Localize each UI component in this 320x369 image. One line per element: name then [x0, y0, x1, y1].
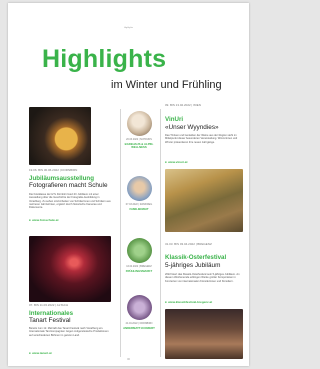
article-heading: VinUri [165, 116, 184, 123]
article-kicker: 19.06. BIS 30.06.2022 | DORNBIRN [29, 168, 78, 172]
page-title: Highlights [42, 45, 167, 73]
article-heading: Klassik-Osterfestival [165, 254, 227, 261]
article-subheading: 5-jähriges Jubiläum [165, 262, 221, 269]
thumbnail-wellness [127, 111, 152, 136]
page-number: 06 [127, 358, 130, 361]
thumbnail-name: ANDERMATT-KONZERT [123, 326, 155, 330]
article-kicker: 09. BIS 13.02.2022 | WIEN [165, 103, 201, 107]
thumbnail-family [127, 176, 152, 201]
article-subheading: Tanart Festival [29, 317, 71, 324]
thumbnail-caption: 16.04.2022 | BREGENZ [126, 265, 152, 268]
article-image-orchestra [165, 309, 243, 359]
article-kicker: 07. BIS 11.03.2022 | ALTACH [29, 303, 69, 307]
thumbnail-caption: 07.03.2022 | RANKWEIL [125, 203, 153, 206]
article-link[interactable]: www.vinuri.at [165, 160, 187, 164]
article-image-apple [29, 107, 91, 165]
article-link[interactable]: www.fotoschule.at [29, 218, 58, 222]
article-link[interactable]: www.klassikfestival-bregenz.at [165, 300, 212, 304]
article-subheading: «Unser Wyyndies» [165, 124, 219, 131]
thumbnail-caption: 24.04.2022 | DORNBIRN [125, 322, 153, 325]
thumbnail-caption: 20.03.2022 | SCHRUNS [126, 138, 152, 141]
article-body: 2022 feiert das Klassik-Osterfestival se… [165, 273, 240, 283]
article-link[interactable]: www.tanart.at [29, 351, 52, 355]
article-body: Bereits zum 12. Mal lädt das Tanart Fest… [29, 327, 109, 337]
thumbnail-concert [127, 295, 152, 320]
article-body: Das Trinken und Genießen der Weine aus d… [165, 134, 238, 144]
thumbnail-name: FAMILIENZEIT [129, 207, 149, 211]
thumbnail-market [127, 238, 152, 263]
article-heading: Jubiläumsausstellung [29, 175, 94, 182]
article-heading: Internationales [29, 310, 74, 317]
article-body: Die Fotoklasse der HTL Dornbirn feiert i… [29, 193, 111, 210]
article-kicker: 31.03. BIS 03.04.2022 | BREGENZ [165, 242, 212, 246]
column-divider [160, 109, 161, 357]
article-image-concert [29, 236, 111, 302]
article-image-vineyard [165, 169, 243, 232]
thumbnail-name: BADEHAUS & ALPIN-WELLNESS [124, 142, 154, 150]
thumbnail-name: FRÜHLINGSMARKT [125, 269, 153, 273]
page-top-mark: Highlights [124, 27, 133, 29]
article-subheading: Fotografieren macht Schule [29, 182, 108, 189]
magazine-page: Highlights Highlights im Winter und Früh… [8, 3, 249, 366]
page-subtitle: im Winter und Frühling [111, 79, 222, 91]
